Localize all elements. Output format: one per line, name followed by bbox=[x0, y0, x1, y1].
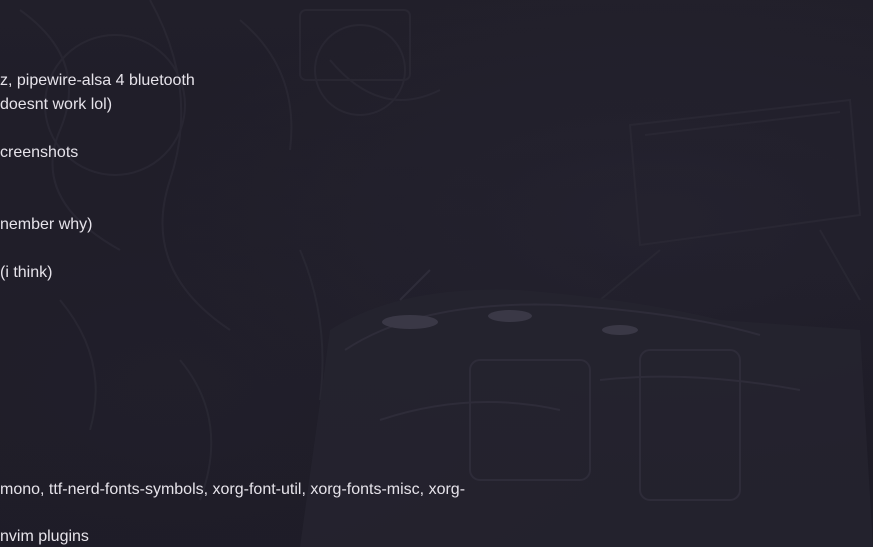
terminal-text-line: mono, ttf-nerd-fonts-symbols, xorg-font-… bbox=[0, 481, 466, 498]
terminal-text-line: (i think) bbox=[0, 264, 53, 281]
terminal-text-line: doesnt work lol) bbox=[0, 96, 113, 113]
terminal-text-line: nvim plugins bbox=[0, 528, 89, 545]
terminal-text-line: nember why) bbox=[0, 216, 93, 233]
terminal-text-line: creenshots bbox=[0, 144, 79, 161]
terminal-text-line: z, pipewire-alsa 4 bluetooth bbox=[0, 72, 195, 89]
